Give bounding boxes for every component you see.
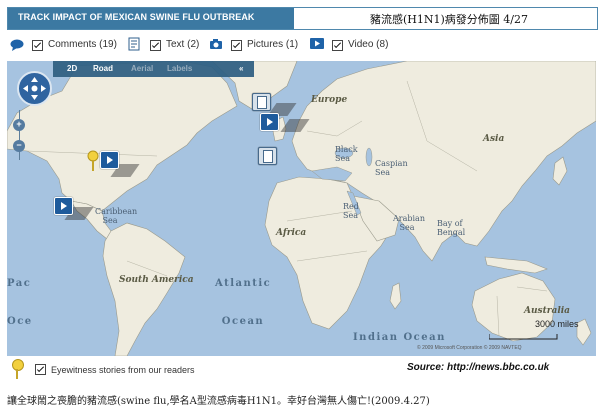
label-black-sea: Black Sea — [335, 145, 358, 163]
filter-video[interactable]: Video (8) — [310, 37, 400, 55]
road-view-button[interactable]: Road — [93, 64, 113, 73]
label-pacific-ocean: Pacific Ocean — [7, 278, 31, 327]
zoom-in-button[interactable]: + — [13, 119, 25, 131]
filter-comments[interactable]: Comments (19) — [10, 37, 128, 55]
pictures-checkbox[interactable] — [231, 40, 242, 51]
legend-pin-tail — [16, 369, 18, 379]
scale-bar — [489, 334, 558, 340]
source-credit: Source: http://news.bbc.co.uk — [407, 362, 550, 373]
caption-text: 讓全球鬧之喪膽的豬流感(swine flu,學名A型流感病毒H1N1。幸好台灣無… — [7, 396, 430, 407]
pan-arrows-icon — [23, 77, 46, 100]
text-document-icon — [128, 37, 140, 51]
label-red-sea: Red Sea — [343, 202, 359, 220]
label-indian-ocean: Indian Ocean — [353, 332, 446, 343]
filter-pictures[interactable]: Pictures (1) — [209, 37, 309, 55]
label-caspian-sea: Caspian Sea — [375, 159, 408, 177]
label-south-america: South America — [119, 275, 194, 285]
filter-text[interactable]: Text (2) — [128, 37, 218, 55]
map-view-toolbar: 2D Road Aerial Labels « — [53, 61, 254, 77]
comments-label: Comments (19) — [48, 39, 117, 50]
zoom-slider-track[interactable] — [19, 110, 20, 160]
filter-bar: Comments (19) Text (2) Pictures (1) Vide… — [10, 37, 596, 55]
eyewitness-label: Eyewitness stories from our readers — [51, 365, 195, 375]
label-asia: Asia — [483, 134, 505, 144]
video-play-icon — [267, 118, 273, 126]
video-play-icon — [107, 156, 113, 164]
text-label: Text (2) — [166, 39, 200, 50]
label-atlantic-ocean: Atlantic Ocean — [215, 278, 272, 327]
title-bar: TRACK IMPACT OF MEXICAN SWINE FLU OUTBRE… — [7, 7, 598, 30]
map-copyright: © 2009 Microsoft Corporation © 2009 NAVT… — [417, 345, 522, 351]
chinese-date-note: 豬流感(H1N1)病發分佈圖 4/27 — [370, 13, 528, 26]
pan-compass[interactable] — [17, 71, 52, 106]
label-bay-of-bengal: Bay of Bengal — [437, 219, 466, 237]
label-caribbean-sea: Caribbean Sea — [95, 207, 138, 225]
eyewitness-checkbox[interactable] — [35, 364, 46, 375]
text-marker-spain[interactable] — [258, 147, 277, 165]
scale-label: 3000 miles — [535, 319, 579, 329]
label-europe: Europe — [311, 95, 348, 105]
zoom-out-button[interactable]: − — [13, 140, 25, 152]
view-2d-button[interactable]: 2D — [67, 64, 77, 73]
eyewitness-pin-icon[interactable] — [87, 150, 99, 172]
text-document-icon — [257, 96, 267, 109]
legend-pin-icon — [12, 359, 24, 371]
comments-checkbox[interactable] — [32, 40, 43, 51]
video-label: Video (8) — [348, 39, 389, 50]
label-arabian-sea: Arabian Sea — [393, 214, 425, 232]
video-marker-europe[interactable] — [260, 113, 279, 131]
video-checkbox[interactable] — [332, 40, 343, 51]
video-marker-mexico[interactable] — [54, 197, 73, 215]
page-title: TRACK IMPACT OF MEXICAN SWINE FLU OUTBRE… — [18, 12, 255, 22]
aerial-view-button[interactable]: Aerial — [131, 64, 153, 73]
video-marker-usa[interactable] — [100, 151, 119, 169]
pictures-label: Pictures (1) — [247, 39, 299, 50]
world-map[interactable]: Europe Asia Africa South America Austral… — [7, 61, 596, 356]
speech-bubble-icon — [10, 39, 24, 51]
collapse-toolbar-button[interactable]: « — [239, 64, 243, 73]
video-play-icon — [61, 202, 67, 210]
label-africa: Africa — [276, 228, 307, 238]
text-marker-uk[interactable] — [252, 93, 271, 111]
camera-icon — [210, 39, 222, 49]
labels-toggle-button[interactable]: Labels — [167, 64, 192, 73]
text-document-icon — [263, 150, 273, 163]
label-australia: Australia — [524, 306, 570, 316]
text-checkbox[interactable] — [150, 40, 161, 51]
video-play-icon — [310, 38, 324, 49]
